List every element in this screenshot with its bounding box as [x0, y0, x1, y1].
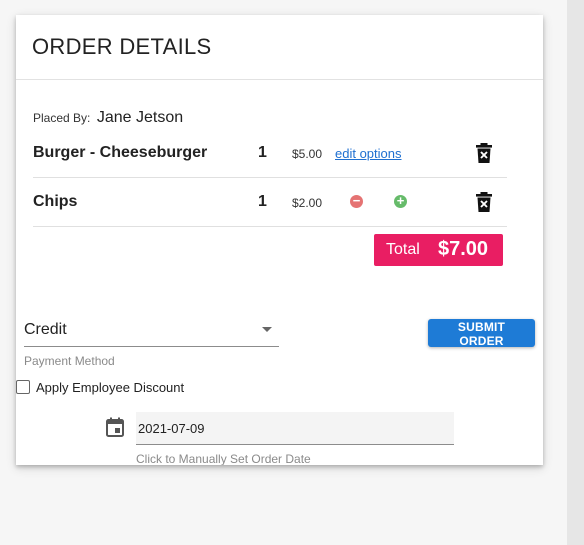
order-item-row: Chips 1 $2.00 − + [33, 178, 507, 227]
payment-method-select[interactable]: Credit [24, 314, 279, 347]
payment-method-helper: Payment Method [24, 354, 115, 368]
trash-icon[interactable] [476, 143, 492, 163]
trash-icon[interactable] [476, 192, 492, 212]
order-details-card: ORDER DETAILS Placed By: Jane Jetson Bur… [16, 15, 543, 465]
employee-discount-label: Apply Employee Discount [36, 380, 185, 395]
chevron-down-icon [262, 327, 272, 332]
placed-by-label: Placed By: [33, 111, 91, 125]
card-header: ORDER DETAILS [16, 15, 543, 80]
item-price: $5.00 [292, 147, 323, 161]
item-quantity: 1 [258, 144, 267, 161]
item-name: Burger - Cheeseburger [33, 144, 208, 161]
submit-order-button[interactable]: SUBMIT ORDER [428, 319, 535, 348]
placed-by: Placed By: Jane Jetson [33, 109, 183, 127]
calendar-icon[interactable] [105, 417, 125, 437]
item-price: $2.00 [292, 196, 323, 210]
item-quantity: 1 [258, 193, 267, 210]
order-date-helper: Click to Manually Set Order Date [136, 452, 311, 465]
total-amount: $7.00 [438, 238, 489, 260]
page-title: ORDER DETAILS [32, 34, 212, 59]
placed-by-name: Jane Jetson [96, 109, 184, 126]
edit-options-link[interactable]: edit options [335, 146, 402, 161]
plus-circle-icon[interactable]: + [394, 194, 407, 208]
total-label: Total [386, 241, 420, 258]
order-date-value: 2021-07-09 [138, 421, 205, 436]
scrollbar-track[interactable] [567, 0, 584, 545]
checkbox[interactable] [16, 380, 30, 394]
order-item-row: Burger - Cheeseburger 1 $5.00 edit optio… [33, 129, 507, 178]
total-badge: Total $7.00 [374, 234, 503, 266]
item-name: Chips [33, 193, 78, 210]
payment-method-value: Credit [24, 321, 67, 338]
order-date-input[interactable]: 2021-07-09 [136, 412, 454, 445]
minus-circle-icon[interactable]: − [350, 194, 363, 208]
